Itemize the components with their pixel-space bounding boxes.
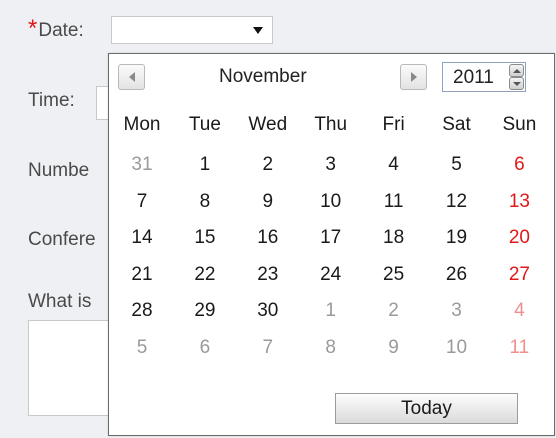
calendar-day[interactable]: 2 [240, 148, 296, 182]
weekday-tue: Tue [188, 114, 221, 135]
calendar-day[interactable]: 7 [240, 331, 296, 365]
calendar-day[interactable]: 9 [240, 185, 296, 219]
date-select[interactable] [111, 16, 273, 44]
calendar-day[interactable]: 17 [303, 221, 359, 255]
calendar-day[interactable]: 18 [366, 221, 422, 255]
number-label: Numbe [28, 160, 90, 181]
date-picker-popup: November 2011 Mon Tue Wed Thu Fri Sat Sun 31 1 2… [108, 53, 555, 436]
chevron-left-icon [128, 72, 135, 82]
calendar-day[interactable]: 22 [177, 258, 233, 292]
spin-up-icon [512, 68, 521, 73]
calendar-grid: 31 1 2 3 4 5 6 7 8 9 10 11 12 13 14 15 16 17 18 19 20 21 22 23 2… [114, 148, 554, 368]
weekday-wed: Wed [248, 114, 288, 135]
calendar-day[interactable]: 8 [177, 185, 233, 219]
weekday-sat: Sat [442, 114, 471, 135]
calendar-day[interactable]: 20 [491, 221, 547, 255]
calendar-day[interactable]: 9 [366, 331, 422, 365]
year-up-button[interactable] [509, 64, 524, 77]
calendar-day[interactable]: 1 [177, 148, 233, 182]
year-down-button[interactable] [509, 77, 524, 90]
calendar-day[interactable]: 3 [303, 148, 359, 182]
calendar-day[interactable]: 6 [491, 148, 547, 182]
calendar-day[interactable]: 14 [114, 221, 170, 255]
calendar-day[interactable]: 8 [303, 331, 359, 365]
date-label-group: *Date: [28, 17, 84, 42]
calendar-day[interactable]: 11 [491, 331, 547, 365]
calendar-day[interactable]: 27 [491, 258, 547, 292]
calendar-day[interactable]: 2 [366, 294, 422, 328]
year-value[interactable]: 2011 [453, 67, 494, 89]
calendar-day[interactable]: 19 [429, 221, 485, 255]
calendar-day[interactable]: 31 [114, 148, 170, 182]
calendar-day[interactable]: 23 [240, 258, 296, 292]
calendar-day[interactable]: 3 [429, 294, 485, 328]
calendar-day[interactable]: 11 [366, 185, 422, 219]
calendar-day[interactable]: 28 [114, 294, 170, 328]
calendar-day[interactable]: 10 [429, 331, 485, 365]
calendar-day[interactable]: 7 [114, 185, 170, 219]
calendar-day[interactable]: 6 [177, 331, 233, 365]
calendar-day[interactable]: 4 [491, 294, 547, 328]
today-button[interactable]: Today [335, 393, 518, 424]
calendar-day[interactable]: 15 [177, 221, 233, 255]
calendar-day[interactable]: 10 [303, 185, 359, 219]
weekday-sun: Sun [502, 114, 537, 135]
weekday-thu: Thu [314, 114, 348, 135]
question-label: What is [28, 291, 92, 312]
calendar-day[interactable]: 24 [303, 258, 359, 292]
calendar-day[interactable]: 30 [240, 294, 296, 328]
question-textarea[interactable] [28, 320, 118, 416]
weekday-header-row: Mon Tue Wed Thu Fri Sat Sun [114, 114, 554, 140]
calendar-day[interactable]: 26 [429, 258, 485, 292]
calendar-day[interactable]: 25 [366, 258, 422, 292]
calendar-day[interactable]: 16 [240, 221, 296, 255]
calendar-day[interactable]: 29 [177, 294, 233, 328]
weekday-mon: Mon [123, 114, 161, 135]
time-label: Time: [28, 90, 75, 111]
prev-month-button[interactable] [118, 64, 145, 90]
calendar-day[interactable]: 21 [114, 258, 170, 292]
calendar-day[interactable]: 4 [366, 148, 422, 182]
calendar-day[interactable]: 5 [429, 148, 485, 182]
calendar-day[interactable]: 13 [491, 185, 547, 219]
date-label: Date: [38, 20, 84, 41]
month-label: November [219, 66, 307, 87]
required-asterisk: * [28, 15, 38, 42]
next-month-button[interactable] [400, 64, 427, 90]
weekday-fri: Fri [382, 114, 405, 135]
year-spinner[interactable]: 2011 [442, 62, 526, 92]
chevron-right-icon [410, 72, 417, 82]
calendar-day[interactable]: 5 [114, 331, 170, 365]
conference-label: Confere [28, 229, 96, 250]
calendar-day[interactable]: 12 [429, 185, 485, 219]
dropdown-arrow-icon[interactable] [253, 27, 263, 34]
spin-down-icon [512, 81, 521, 86]
calendar-day[interactable]: 1 [303, 294, 359, 328]
